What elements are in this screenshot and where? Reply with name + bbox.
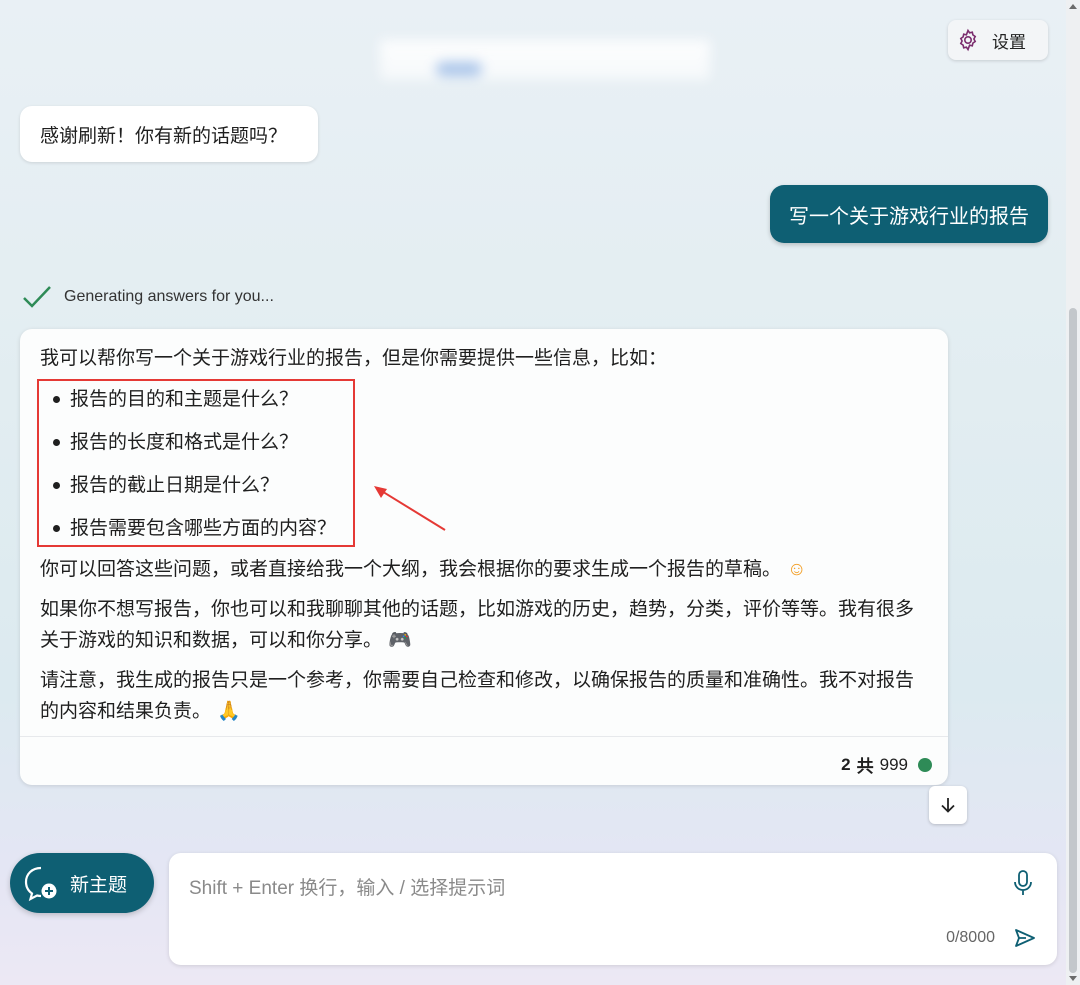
- new-topic-label: 新主题: [70, 874, 128, 896]
- page-scrollbar[interactable]: [1066, 0, 1080, 985]
- status-text: Generating answers for you...: [64, 288, 274, 305]
- counter-current: 2: [841, 754, 851, 774]
- arrow-down-icon: [941, 798, 955, 813]
- answer-body: 我可以帮你写一个关于游戏行业的报告，但是你需要提供一些信息，比如： 报告的目的和…: [40, 343, 930, 727]
- scrollbar-thumb[interactable]: [1069, 308, 1077, 973]
- pray-emoji: 🙏: [217, 701, 241, 722]
- list-item: 报告需要包含哪些方面的内容？: [40, 507, 930, 550]
- answer-paragraph-text: 你可以回答这些问题，或者直接给我一个大纲，我会根据你的要求生成一个报告的草稿。: [40, 559, 782, 580]
- list-item: 报告的长度和格式是什么？: [40, 421, 930, 464]
- message-input[interactable]: [187, 871, 991, 905]
- user-message-text: 写一个关于游戏行业的报告: [789, 205, 1029, 228]
- answer-paragraph-text: 请注意，我生成的报告只是一个参考，你需要自己检查和修改，以确保报告的质量和准确性…: [40, 670, 915, 722]
- generation-status: Generating answers for you...: [22, 284, 274, 310]
- settings-label: 设置: [992, 32, 1026, 52]
- list-item: 报告的目的和主题是什么？: [40, 378, 930, 421]
- gear-icon: [959, 28, 977, 52]
- scroll-to-bottom-button[interactable]: [929, 786, 967, 824]
- bot-greeting-text: 感谢刷新！你有新的话题吗？: [40, 125, 288, 147]
- blurred-hint-bar: [380, 40, 710, 80]
- answer-paragraph-text: 如果你不想写报告，你也可以和我聊聊其他的话题，比如游戏的历史，趋势，分类，评价等…: [40, 599, 915, 651]
- card-divider: [20, 736, 948, 737]
- answer-paragraph: 如果你不想写报告，你也可以和我聊聊其他的话题，比如游戏的历史，趋势，分类，评价等…: [40, 594, 930, 656]
- smile-emoji: ☺: [787, 559, 807, 580]
- message-counter: 2 共 999: [841, 752, 932, 777]
- bot-answer-card: 我可以帮你写一个关于游戏行业的报告，但是你需要提供一些信息，比如： 报告的目的和…: [20, 329, 948, 785]
- status-dot: [918, 757, 932, 772]
- char-count: 0/8000: [946, 929, 995, 946]
- scroll-up-arrow[interactable]: [1069, 4, 1077, 9]
- bot-greeting-message: 感谢刷新！你有新的话题吗？: [20, 106, 318, 162]
- message-composer: 0/8000: [169, 853, 1057, 965]
- blurred-pill: [436, 62, 482, 76]
- answer-paragraph: 你可以回答这些问题，或者直接给我一个大纲，我会根据你的要求生成一个报告的草稿。 ☺: [40, 554, 930, 585]
- answer-paragraph: 请注意，我生成的报告只是一个参考，你需要自己检查和修改，以确保报告的质量和准确性…: [40, 665, 930, 727]
- new-topic-button[interactable]: 新主题: [10, 853, 154, 913]
- new-chat-icon: [24, 866, 57, 902]
- microphone-icon[interactable]: [1011, 869, 1035, 897]
- send-icon[interactable]: [1013, 926, 1037, 950]
- counter-separator: 共: [856, 757, 874, 776]
- counter-total: 999: [879, 754, 908, 774]
- scroll-down-arrow[interactable]: [1069, 976, 1077, 981]
- gamepad-emoji: 🎮: [388, 630, 412, 651]
- answer-intro: 我可以帮你写一个关于游戏行业的报告，但是你需要提供一些信息，比如：: [40, 348, 668, 369]
- user-message: 写一个关于游戏行业的报告: [770, 185, 1048, 243]
- list-item: 报告的截止日期是什么？: [40, 464, 930, 507]
- answer-list: 报告的目的和主题是什么？ 报告的长度和格式是什么？ 报告的截止日期是什么？ 报告…: [40, 378, 930, 550]
- checkmark-icon: [23, 286, 51, 308]
- settings-button[interactable]: 设置: [948, 20, 1048, 60]
